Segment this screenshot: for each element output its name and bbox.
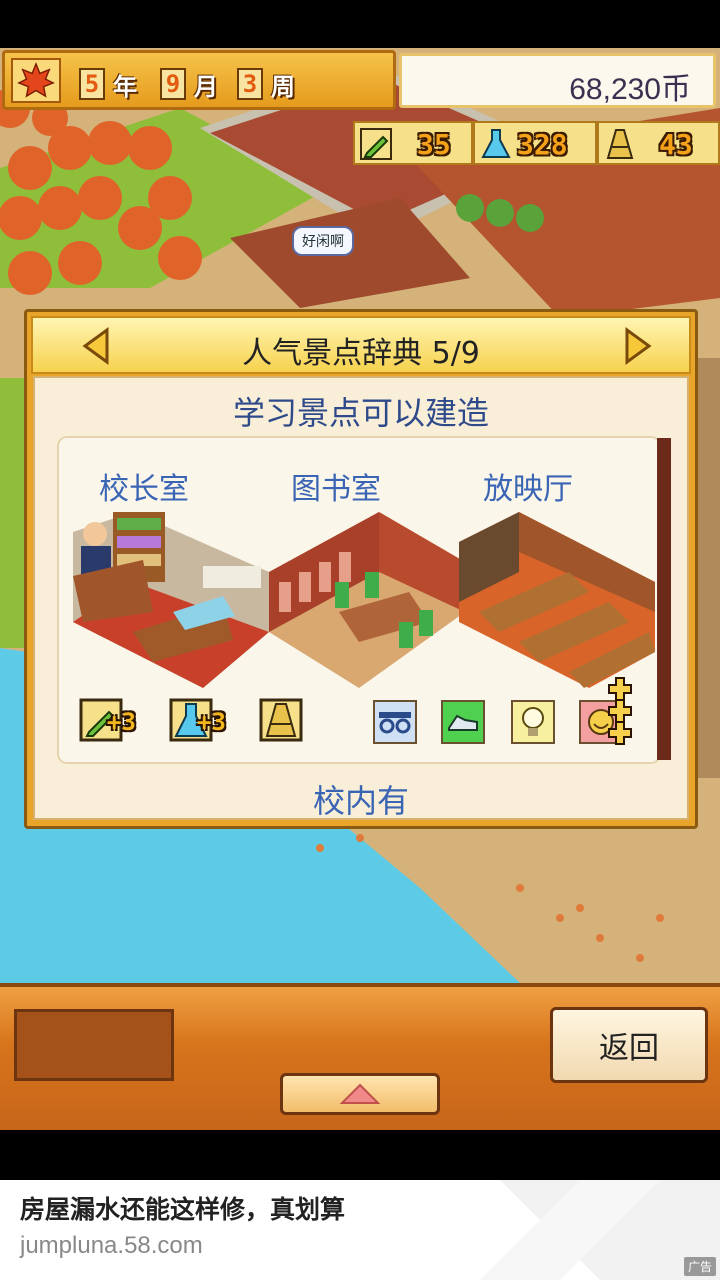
library-image[interactable] xyxy=(269,512,465,688)
science-bonus-badge: +3 xyxy=(169,698,249,742)
ad-background-pattern xyxy=(480,1180,720,1280)
stat-rank: 43 xyxy=(597,121,720,165)
next-page-arrow-icon[interactable] xyxy=(621,326,655,366)
stat-study: 35 xyxy=(353,121,473,165)
week-value: 3 xyxy=(237,68,263,100)
ad-banner[interactable]: 房屋漏水还能这样修，真划算 jumpluna.58.com 广告 xyxy=(0,1180,720,1280)
top-black-bar xyxy=(0,0,720,48)
date-panel: 5 年 9 月 3 周 xyxy=(2,50,396,110)
month-value: 9 xyxy=(160,68,186,100)
room-name-principal-office: 校长室 xyxy=(99,472,189,507)
dialog-title: 人气景点辞典 5/9 xyxy=(242,336,480,371)
panel-scrollbar[interactable] xyxy=(657,438,671,760)
triangle-up-icon xyxy=(340,1083,380,1104)
expand-up-button[interactable] xyxy=(280,1073,440,1115)
empty-slot xyxy=(14,1009,174,1081)
pencil-icon xyxy=(357,125,395,163)
money-panel: 68,230币 xyxy=(399,53,716,108)
spot-dictionary-dialog: 人气景点辞典 5/9 学习景点可以建造 校长室 图书室 放映厅 +3 +3 校内… xyxy=(24,309,698,829)
dialog-footer-text: 校内有 xyxy=(312,782,409,820)
study-bonus-badge: +3 xyxy=(79,698,159,742)
year-value: 5 xyxy=(79,68,105,100)
plus-stack-icon xyxy=(608,677,632,745)
glasses-icon xyxy=(373,700,417,744)
lightbulb-icon xyxy=(511,700,555,744)
ad-url[interactable]: jumpluna.58.com xyxy=(20,1232,203,1260)
science-bonus-text: +3 xyxy=(197,708,226,736)
study-bonus-text: +3 xyxy=(107,708,136,736)
week-unit: 周 xyxy=(271,73,295,101)
money-value: 68,230币 xyxy=(569,73,691,106)
speech-bubble: 好闲啊 xyxy=(292,226,354,256)
shoe-icon xyxy=(441,700,485,744)
stat-science-value: 328 xyxy=(517,128,568,161)
stat-rank-value: 43 xyxy=(659,128,693,161)
rank-cone-icon xyxy=(601,125,639,163)
dialog-body: 学习景点可以建造 校长室 图书室 放映厅 +3 +3 校内有 xyxy=(33,376,689,820)
year-unit: 年 xyxy=(113,73,137,101)
dialog-header: 人气景点辞典 5/9 xyxy=(31,316,691,374)
rooms-panel: 校长室 图书室 放映厅 +3 +3 xyxy=(57,436,661,764)
principal-office-image[interactable] xyxy=(73,512,269,688)
room-name-library: 图书室 xyxy=(291,472,381,507)
divider-bar xyxy=(0,1130,720,1180)
ad-tag: 广告 xyxy=(683,1257,716,1276)
ad-title[interactable]: 房屋漏水还能这样修，真划算 xyxy=(20,1190,345,1226)
room-name-theater: 放映厅 xyxy=(483,472,573,507)
bottom-toolbar: 返回 xyxy=(0,983,720,1130)
rank-cone-icon xyxy=(259,698,303,742)
theater-image[interactable] xyxy=(459,512,655,688)
month-unit: 月 xyxy=(194,73,218,101)
stats-bar: 35 328 43 xyxy=(353,121,720,165)
rank-badge xyxy=(259,698,303,742)
flask-icon xyxy=(477,125,515,163)
stat-study-value: 35 xyxy=(417,128,451,161)
back-button[interactable]: 返回 xyxy=(550,1007,708,1083)
maple-leaf-icon xyxy=(11,58,61,103)
dialog-subtitle: 学习景点可以建造 xyxy=(232,394,489,432)
stat-science: 328 xyxy=(473,121,597,165)
